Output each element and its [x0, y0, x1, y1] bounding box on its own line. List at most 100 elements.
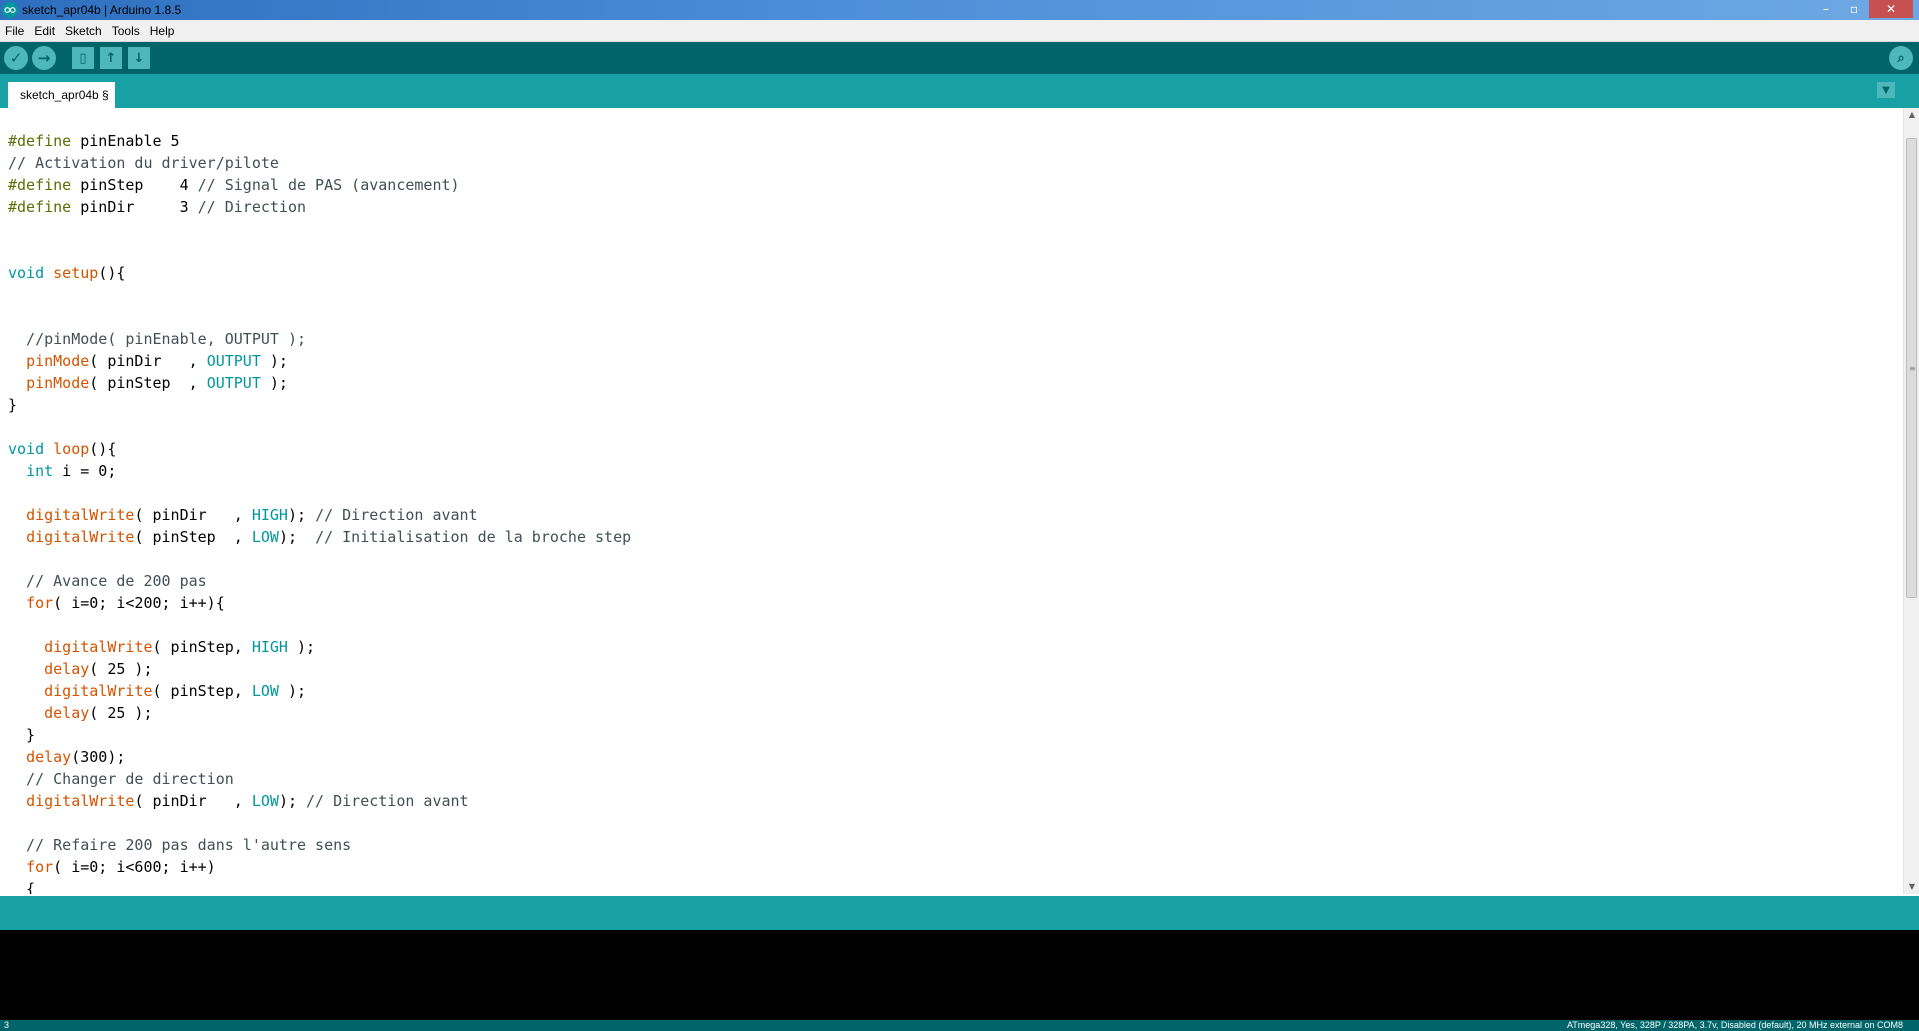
scroll-down-arrow[interactable]: ▼	[1904, 880, 1919, 894]
code-line[interactable]: #define pinDir 3 // Direction	[8, 196, 631, 218]
code-token: ( i=0; i<200; i++){	[53, 594, 225, 612]
code-line[interactable]: #define pinStep 4 // Signal de PAS (avan…	[8, 174, 631, 196]
menu-edit[interactable]: Edit	[29, 24, 60, 38]
code-token: pinEnable 5	[71, 132, 180, 150]
code-line[interactable]	[8, 284, 631, 306]
save-sketch-button[interactable]: ↓	[128, 47, 150, 69]
status-bar: 3 ATmega328, Yes, 328P / 328PA, 3.7v, Di…	[0, 1020, 1919, 1031]
code-line[interactable]	[8, 548, 631, 570]
code-token: pinMode	[26, 352, 90, 370]
code-token: );	[287, 638, 316, 656]
code-line[interactable]	[8, 218, 631, 240]
console-output[interactable]	[0, 930, 1919, 1020]
open-sketch-button[interactable]: ↑	[100, 47, 122, 69]
tab-sketch[interactable]: sketch_apr04b §	[8, 82, 115, 108]
code-line[interactable]	[8, 306, 631, 328]
code-line[interactable]: #define pinEnable 5	[8, 130, 631, 152]
code-line[interactable]: pinMode( pinStep , OUTPUT );	[8, 372, 631, 394]
code-line[interactable]: digitalWrite( pinStep, HIGH );	[8, 636, 631, 658]
code-line[interactable]	[8, 614, 631, 636]
code-line[interactable]: // Changer de direction	[8, 768, 631, 790]
upload-button[interactable]: →	[32, 46, 56, 70]
code-line[interactable]: digitalWrite( pinDir , HIGH); // Directi…	[8, 504, 631, 526]
code-line[interactable]: digitalWrite( pinDir , LOW); // Directio…	[8, 790, 631, 812]
code-line[interactable]: pinMode( pinDir , OUTPUT );	[8, 350, 631, 372]
code-line[interactable]	[8, 812, 631, 834]
code-editor[interactable]: #define pinEnable 5 // Activation du driv…	[0, 108, 1903, 894]
code-line[interactable]: for( i=0; i<600; i++)	[8, 856, 631, 878]
code-line[interactable]: // Refaire 200 pas dans l'autre sens	[8, 834, 631, 856]
code-line[interactable]: int i = 0;	[8, 460, 631, 482]
code-token: // Direction	[197, 198, 307, 216]
maximize-button[interactable]: ▫	[1841, 0, 1867, 18]
arrow-right-icon: →	[37, 49, 51, 67]
minimize-button[interactable]: –	[1813, 0, 1839, 18]
code-line[interactable]: }	[8, 724, 631, 746]
code-token: );	[260, 352, 288, 370]
code-token: // Avance de 200 pas	[8, 572, 207, 590]
code-token: HIGH	[251, 506, 288, 524]
verify-button[interactable]: ✓	[4, 46, 28, 70]
code-token: #define	[8, 198, 72, 216]
code-token: );	[278, 528, 316, 546]
code-token: //pinMode( pinEnable, OUTPUT );	[8, 330, 307, 348]
new-sketch-button[interactable]: ▯	[72, 47, 94, 69]
editor-scrollbar[interactable]: ▲ ≡ ▼	[1903, 108, 1919, 894]
code-line[interactable]: // Activation du driver/pilote	[8, 152, 631, 174]
code-token: ( i=0; i<600; i++)	[53, 858, 216, 876]
code-line[interactable]: // Avance de 200 pas	[8, 570, 631, 592]
code-line[interactable]	[8, 240, 631, 262]
code-line[interactable]: void setup(){	[8, 262, 631, 284]
menu-sketch[interactable]: Sketch	[60, 24, 107, 38]
code-token: LOW	[251, 528, 279, 546]
code-line[interactable]: delay(300);	[8, 746, 631, 768]
code-line[interactable]: delay( 25 );	[8, 658, 631, 680]
code-line[interactable]: digitalWrite( pinStep , LOW); // Initial…	[8, 526, 631, 548]
menu-file[interactable]: File	[0, 24, 29, 38]
serial-monitor-button[interactable]: ⌕	[1889, 46, 1913, 70]
code-token: ( pinStep,	[152, 682, 252, 700]
code-token: (){	[89, 440, 117, 458]
code-token: // Initialisation de la broche step	[315, 528, 632, 546]
code-token: }	[8, 726, 36, 744]
code-line[interactable]: digitalWrite( pinStep, LOW );	[8, 680, 631, 702]
code-line[interactable]: {	[8, 878, 631, 894]
code-token: ( pinStep ,	[134, 528, 252, 546]
code-line[interactable]: void loop(){	[8, 438, 631, 460]
menu-tools[interactable]: Tools	[107, 24, 145, 38]
code-token: (){	[98, 264, 126, 282]
code-token: void	[8, 440, 45, 458]
code-line[interactable]	[8, 482, 631, 504]
code-line[interactable]: for( i=0; i<200; i++){	[8, 592, 631, 614]
close-button[interactable]: ✕	[1869, 0, 1913, 18]
code-line[interactable]: delay( 25 );	[8, 702, 631, 724]
code-line[interactable]	[8, 416, 631, 438]
code-token: digitalWrite	[26, 506, 135, 524]
code-text[interactable]: #define pinEnable 5 // Activation du driv…	[8, 130, 631, 894]
code-token: {	[8, 880, 36, 894]
code-token: #define	[8, 132, 72, 150]
menu-help[interactable]: Help	[145, 24, 180, 38]
arrow-down-icon: ↓	[133, 50, 145, 66]
code-line[interactable]: }	[8, 394, 631, 416]
code-line[interactable]: //pinMode( pinEnable, OUTPUT );	[8, 328, 631, 350]
tab-menu-button[interactable]: ▼	[1877, 82, 1895, 98]
code-token: ( 25 );	[89, 660, 153, 678]
code-token: // Refaire 200 pas dans l'autre sens	[8, 836, 352, 854]
code-token: pinStep 4	[71, 176, 198, 194]
scroll-thumb[interactable]: ≡	[1906, 138, 1917, 598]
code-token: pinMode	[26, 374, 90, 392]
code-token: void	[8, 264, 45, 282]
scroll-up-arrow[interactable]: ▲	[1904, 108, 1919, 122]
